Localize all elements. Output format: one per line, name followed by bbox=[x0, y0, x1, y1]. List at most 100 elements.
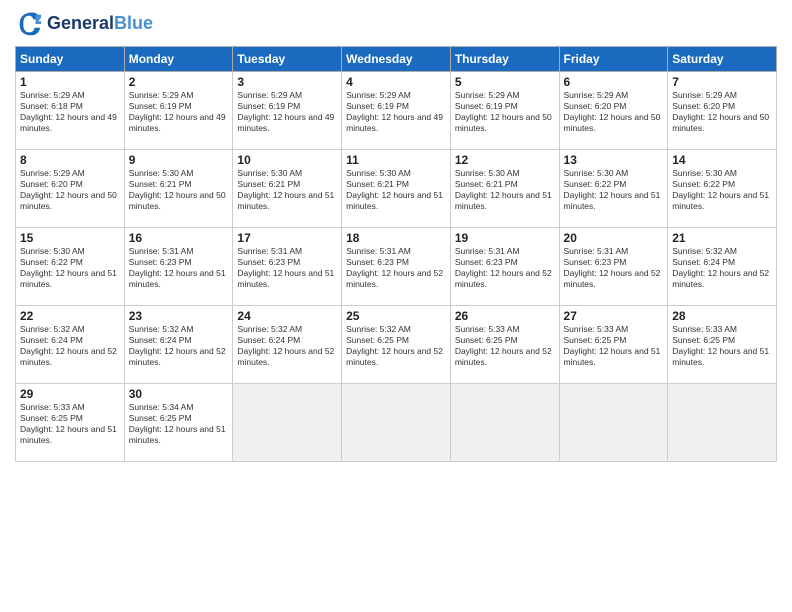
calendar-cell: 23Sunrise: 5:32 AMSunset: 6:24 PMDayligh… bbox=[124, 306, 233, 384]
day-info: Sunrise: 5:29 AMSunset: 6:19 PMDaylight:… bbox=[455, 90, 552, 133]
day-info: Sunrise: 5:31 AMSunset: 6:23 PMDaylight:… bbox=[564, 246, 661, 289]
day-number: 29 bbox=[20, 387, 120, 401]
day-number: 17 bbox=[237, 231, 337, 245]
calendar-cell bbox=[233, 384, 342, 462]
calendar-cell: 25Sunrise: 5:32 AMSunset: 6:25 PMDayligh… bbox=[342, 306, 451, 384]
day-number: 19 bbox=[455, 231, 555, 245]
calendar-cell: 11Sunrise: 5:30 AMSunset: 6:21 PMDayligh… bbox=[342, 150, 451, 228]
calendar-cell: 26Sunrise: 5:33 AMSunset: 6:25 PMDayligh… bbox=[450, 306, 559, 384]
calendar-cell bbox=[668, 384, 777, 462]
day-number: 10 bbox=[237, 153, 337, 167]
day-number: 28 bbox=[672, 309, 772, 323]
weekday-header-tuesday: Tuesday bbox=[233, 47, 342, 72]
day-info: Sunrise: 5:30 AMSunset: 6:22 PMDaylight:… bbox=[564, 168, 661, 211]
day-info: Sunrise: 5:34 AMSunset: 6:25 PMDaylight:… bbox=[129, 402, 226, 445]
calendar-cell: 9Sunrise: 5:30 AMSunset: 6:21 PMDaylight… bbox=[124, 150, 233, 228]
weekday-header-thursday: Thursday bbox=[450, 47, 559, 72]
day-number: 5 bbox=[455, 75, 555, 89]
day-number: 11 bbox=[346, 153, 446, 167]
day-info: Sunrise: 5:29 AMSunset: 6:20 PMDaylight:… bbox=[672, 90, 769, 133]
day-info: Sunrise: 5:30 AMSunset: 6:21 PMDaylight:… bbox=[346, 168, 443, 211]
calendar-cell: 16Sunrise: 5:31 AMSunset: 6:23 PMDayligh… bbox=[124, 228, 233, 306]
weekday-header-sunday: Sunday bbox=[16, 47, 125, 72]
day-info: Sunrise: 5:32 AMSunset: 6:25 PMDaylight:… bbox=[346, 324, 443, 367]
calendar-week-4: 22Sunrise: 5:32 AMSunset: 6:24 PMDayligh… bbox=[16, 306, 777, 384]
day-info: Sunrise: 5:31 AMSunset: 6:23 PMDaylight:… bbox=[455, 246, 552, 289]
day-number: 6 bbox=[564, 75, 664, 89]
calendar-cell: 17Sunrise: 5:31 AMSunset: 6:23 PMDayligh… bbox=[233, 228, 342, 306]
day-info: Sunrise: 5:30 AMSunset: 6:21 PMDaylight:… bbox=[455, 168, 552, 211]
calendar-cell: 24Sunrise: 5:32 AMSunset: 6:24 PMDayligh… bbox=[233, 306, 342, 384]
day-number: 8 bbox=[20, 153, 120, 167]
day-number: 22 bbox=[20, 309, 120, 323]
day-info: Sunrise: 5:30 AMSunset: 6:21 PMDaylight:… bbox=[237, 168, 334, 211]
weekday-header-monday: Monday bbox=[124, 47, 233, 72]
day-number: 25 bbox=[346, 309, 446, 323]
day-info: Sunrise: 5:33 AMSunset: 6:25 PMDaylight:… bbox=[564, 324, 661, 367]
calendar-cell: 3Sunrise: 5:29 AMSunset: 6:19 PMDaylight… bbox=[233, 72, 342, 150]
calendar-cell bbox=[450, 384, 559, 462]
calendar-container: GeneralBlue SundayMondayTuesdayWednesday… bbox=[0, 0, 792, 472]
calendar-cell: 22Sunrise: 5:32 AMSunset: 6:24 PMDayligh… bbox=[16, 306, 125, 384]
calendar-week-1: 1Sunrise: 5:29 AMSunset: 6:18 PMDaylight… bbox=[16, 72, 777, 150]
calendar-cell: 8Sunrise: 5:29 AMSunset: 6:20 PMDaylight… bbox=[16, 150, 125, 228]
day-info: Sunrise: 5:32 AMSunset: 6:24 PMDaylight:… bbox=[20, 324, 117, 367]
calendar-table: SundayMondayTuesdayWednesdayThursdayFrid… bbox=[15, 46, 777, 462]
weekday-header-saturday: Saturday bbox=[668, 47, 777, 72]
weekday-header-row: SundayMondayTuesdayWednesdayThursdayFrid… bbox=[16, 47, 777, 72]
day-info: Sunrise: 5:29 AMSunset: 6:20 PMDaylight:… bbox=[564, 90, 661, 133]
day-number: 9 bbox=[129, 153, 229, 167]
calendar-cell: 10Sunrise: 5:30 AMSunset: 6:21 PMDayligh… bbox=[233, 150, 342, 228]
day-number: 15 bbox=[20, 231, 120, 245]
calendar-cell: 30Sunrise: 5:34 AMSunset: 6:25 PMDayligh… bbox=[124, 384, 233, 462]
logo: GeneralBlue bbox=[15, 10, 153, 38]
day-info: Sunrise: 5:31 AMSunset: 6:23 PMDaylight:… bbox=[346, 246, 443, 289]
day-number: 16 bbox=[129, 231, 229, 245]
day-info: Sunrise: 5:29 AMSunset: 6:18 PMDaylight:… bbox=[20, 90, 117, 133]
day-info: Sunrise: 5:32 AMSunset: 6:24 PMDaylight:… bbox=[672, 246, 769, 289]
calendar-cell: 15Sunrise: 5:30 AMSunset: 6:22 PMDayligh… bbox=[16, 228, 125, 306]
day-info: Sunrise: 5:30 AMSunset: 6:21 PMDaylight:… bbox=[129, 168, 226, 211]
day-number: 12 bbox=[455, 153, 555, 167]
calendar-cell: 29Sunrise: 5:33 AMSunset: 6:25 PMDayligh… bbox=[16, 384, 125, 462]
day-info: Sunrise: 5:29 AMSunset: 6:20 PMDaylight:… bbox=[20, 168, 117, 211]
day-number: 27 bbox=[564, 309, 664, 323]
calendar-cell: 14Sunrise: 5:30 AMSunset: 6:22 PMDayligh… bbox=[668, 150, 777, 228]
calendar-cell: 21Sunrise: 5:32 AMSunset: 6:24 PMDayligh… bbox=[668, 228, 777, 306]
day-info: Sunrise: 5:32 AMSunset: 6:24 PMDaylight:… bbox=[129, 324, 226, 367]
calendar-cell: 13Sunrise: 5:30 AMSunset: 6:22 PMDayligh… bbox=[559, 150, 668, 228]
calendar-cell: 1Sunrise: 5:29 AMSunset: 6:18 PMDaylight… bbox=[16, 72, 125, 150]
calendar-body: 1Sunrise: 5:29 AMSunset: 6:18 PMDaylight… bbox=[16, 72, 777, 462]
calendar-cell: 4Sunrise: 5:29 AMSunset: 6:19 PMDaylight… bbox=[342, 72, 451, 150]
weekday-header-friday: Friday bbox=[559, 47, 668, 72]
calendar-cell: 27Sunrise: 5:33 AMSunset: 6:25 PMDayligh… bbox=[559, 306, 668, 384]
calendar-cell: 20Sunrise: 5:31 AMSunset: 6:23 PMDayligh… bbox=[559, 228, 668, 306]
calendar-cell: 18Sunrise: 5:31 AMSunset: 6:23 PMDayligh… bbox=[342, 228, 451, 306]
day-number: 24 bbox=[237, 309, 337, 323]
calendar-cell: 12Sunrise: 5:30 AMSunset: 6:21 PMDayligh… bbox=[450, 150, 559, 228]
calendar-week-5: 29Sunrise: 5:33 AMSunset: 6:25 PMDayligh… bbox=[16, 384, 777, 462]
day-number: 13 bbox=[564, 153, 664, 167]
day-number: 1 bbox=[20, 75, 120, 89]
calendar-cell bbox=[559, 384, 668, 462]
day-info: Sunrise: 5:29 AMSunset: 6:19 PMDaylight:… bbox=[129, 90, 226, 133]
calendar-cell: 2Sunrise: 5:29 AMSunset: 6:19 PMDaylight… bbox=[124, 72, 233, 150]
day-info: Sunrise: 5:31 AMSunset: 6:23 PMDaylight:… bbox=[129, 246, 226, 289]
calendar-week-3: 15Sunrise: 5:30 AMSunset: 6:22 PMDayligh… bbox=[16, 228, 777, 306]
day-info: Sunrise: 5:33 AMSunset: 6:25 PMDaylight:… bbox=[20, 402, 117, 445]
calendar-cell: 7Sunrise: 5:29 AMSunset: 6:20 PMDaylight… bbox=[668, 72, 777, 150]
day-info: Sunrise: 5:30 AMSunset: 6:22 PMDaylight:… bbox=[672, 168, 769, 211]
day-number: 30 bbox=[129, 387, 229, 401]
day-number: 4 bbox=[346, 75, 446, 89]
calendar-cell: 6Sunrise: 5:29 AMSunset: 6:20 PMDaylight… bbox=[559, 72, 668, 150]
logo-text: GeneralBlue bbox=[47, 14, 153, 34]
day-info: Sunrise: 5:29 AMSunset: 6:19 PMDaylight:… bbox=[237, 90, 334, 133]
day-info: Sunrise: 5:30 AMSunset: 6:22 PMDaylight:… bbox=[20, 246, 117, 289]
day-info: Sunrise: 5:33 AMSunset: 6:25 PMDaylight:… bbox=[672, 324, 769, 367]
header-area: GeneralBlue bbox=[15, 10, 777, 38]
day-number: 21 bbox=[672, 231, 772, 245]
calendar-cell bbox=[342, 384, 451, 462]
day-number: 23 bbox=[129, 309, 229, 323]
day-info: Sunrise: 5:31 AMSunset: 6:23 PMDaylight:… bbox=[237, 246, 334, 289]
calendar-cell: 19Sunrise: 5:31 AMSunset: 6:23 PMDayligh… bbox=[450, 228, 559, 306]
